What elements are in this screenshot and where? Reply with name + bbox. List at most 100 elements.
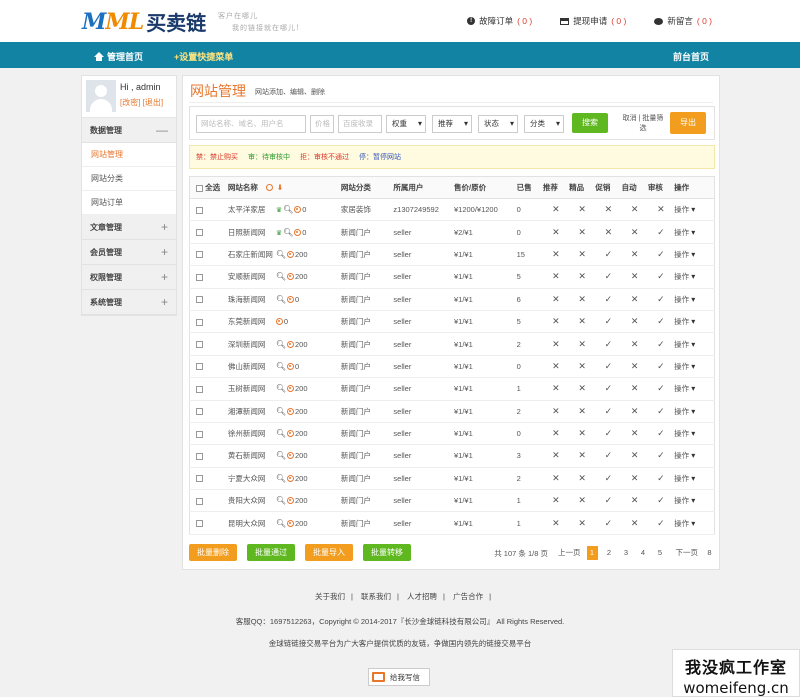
- cancel-batch-filter-link[interactable]: 取消 | 批量筛选: [620, 114, 666, 134]
- checkbox[interactable]: [196, 408, 203, 416]
- premium-cross-icon[interactable]: ✕: [569, 400, 596, 423]
- review-check-icon[interactable]: ✓: [647, 243, 675, 267]
- download-icon[interactable]: ⬇: [277, 183, 283, 192]
- weight-select[interactable]: 权重: [386, 115, 426, 133]
- checkbox[interactable]: [196, 251, 203, 259]
- site-name[interactable]: 宁夏大众网: [228, 473, 276, 484]
- auto-cross-icon[interactable]: ✕: [621, 377, 648, 401]
- checkbox[interactable]: [196, 385, 203, 393]
- search-icon[interactable]: 🔍︎: [276, 407, 286, 416]
- premium-cross-icon[interactable]: ✕: [569, 310, 596, 334]
- site-name[interactable]: 贵阳大众网: [228, 495, 276, 506]
- site-name[interactable]: 珠海新闻网: [228, 294, 276, 305]
- row-actions-dropdown[interactable]: 操作: [674, 467, 715, 491]
- search-icon[interactable]: 🔍︎: [276, 519, 286, 528]
- row-select[interactable]: [189, 511, 228, 535]
- page-5[interactable]: 5: [655, 546, 666, 560]
- recommend-cross-icon[interactable]: ✕: [542, 310, 570, 334]
- auto-cross-icon[interactable]: ✕: [621, 400, 648, 423]
- site-name[interactable]: 佛山新闻网: [228, 361, 276, 372]
- status-select[interactable]: 状态: [478, 115, 518, 133]
- auto-cross-icon[interactable]: ✕: [621, 288, 648, 311]
- top-link-fault-orders[interactable]: ! 故障订单 ( 0 ): [467, 15, 532, 27]
- premium-cross-icon[interactable]: ✕: [569, 511, 596, 535]
- recommend-cross-icon[interactable]: ✕: [542, 400, 570, 423]
- page-3[interactable]: 3: [621, 546, 632, 560]
- batch-approve-button[interactable]: 批量通过: [247, 544, 295, 561]
- auto-cross-icon[interactable]: ✕: [621, 467, 648, 491]
- search-icon[interactable]: 🔍︎: [276, 340, 286, 349]
- promo-check-icon[interactable]: ✓: [595, 355, 622, 379]
- sidebar-group-permissions[interactable]: 权限管理 +: [82, 265, 176, 290]
- promo-check-icon[interactable]: ✓: [595, 310, 622, 334]
- site-name[interactable]: 石家庄新闻网: [228, 249, 276, 260]
- row-select[interactable]: [189, 310, 228, 334]
- review-check-icon[interactable]: ✓: [647, 489, 675, 513]
- promo-cross-icon[interactable]: ✕: [595, 220, 622, 244]
- checkbox[interactable]: [196, 206, 203, 214]
- row-actions-dropdown[interactable]: 操作: [674, 444, 715, 468]
- checkbox[interactable]: [196, 318, 203, 326]
- row-select[interactable]: [189, 198, 228, 222]
- recommend-cross-icon[interactable]: ✕: [542, 511, 570, 535]
- checkbox[interactable]: [196, 497, 203, 505]
- search-icon[interactable]: 🔍︎: [283, 228, 293, 237]
- search-icon[interactable]: 🔍︎: [276, 451, 286, 460]
- auto-cross-icon[interactable]: ✕: [621, 198, 648, 222]
- recommend-select[interactable]: 推荐: [432, 115, 472, 133]
- sidebar-item-site-orders[interactable]: 网站订单: [82, 191, 176, 215]
- review-cross-icon[interactable]: ✕: [647, 198, 675, 222]
- premium-cross-icon[interactable]: ✕: [569, 355, 596, 379]
- site-name[interactable]: 安顺新闻网: [228, 271, 276, 282]
- promo-check-icon[interactable]: ✓: [595, 467, 622, 491]
- row-select[interactable]: [189, 265, 228, 289]
- last-page-button[interactable]: 8: [704, 546, 715, 560]
- sidebar-group-data[interactable]: 数据管理 —: [82, 118, 176, 143]
- search-icon[interactable]: 🔍︎: [276, 250, 286, 259]
- row-select[interactable]: [189, 332, 228, 356]
- top-link-withdraw[interactable]: 提现申请 ( 0 ): [560, 15, 626, 27]
- promo-check-icon[interactable]: ✓: [595, 265, 622, 289]
- sidebar-group-system[interactable]: 系统管理 +: [82, 290, 176, 315]
- row-actions-dropdown[interactable]: 操作: [674, 220, 715, 244]
- review-check-icon[interactable]: ✓: [647, 332, 675, 356]
- batch-import-button[interactable]: 批量导入: [305, 544, 353, 561]
- page-4[interactable]: 4: [638, 546, 649, 560]
- sort-icon[interactable]: [265, 184, 273, 191]
- recommend-cross-icon[interactable]: ✕: [542, 220, 570, 244]
- recommend-cross-icon[interactable]: ✕: [542, 489, 570, 513]
- recommend-cross-icon[interactable]: ✕: [542, 265, 570, 289]
- site-name[interactable]: 黄石新闻网: [228, 450, 276, 461]
- promo-check-icon[interactable]: ✓: [595, 489, 622, 513]
- review-check-icon[interactable]: ✓: [647, 400, 675, 423]
- write-to-us-button[interactable]: 给我写信: [368, 668, 430, 686]
- review-check-icon[interactable]: ✓: [647, 377, 675, 401]
- premium-cross-icon[interactable]: ✕: [569, 422, 596, 446]
- promo-check-icon[interactable]: ✓: [595, 377, 622, 401]
- row-actions-dropdown[interactable]: 操作: [674, 310, 715, 334]
- review-check-icon[interactable]: ✓: [647, 355, 675, 379]
- search-icon[interactable]: 🔍︎: [276, 362, 286, 371]
- sidebar-item-site-categories[interactable]: 网站分类: [82, 167, 176, 191]
- logo[interactable]: MML 买卖链: [82, 7, 206, 36]
- sidebar-item-sites[interactable]: 网站管理: [82, 143, 176, 167]
- checkbox[interactable]: [196, 520, 203, 528]
- row-actions-dropdown[interactable]: 操作: [674, 400, 715, 423]
- row-actions-dropdown[interactable]: 操作: [674, 332, 715, 356]
- row-select[interactable]: [189, 377, 228, 401]
- premium-cross-icon[interactable]: ✕: [569, 265, 596, 289]
- search-icon[interactable]: 🔍︎: [276, 496, 286, 505]
- site-name[interactable]: 太平洋家居: [228, 204, 276, 215]
- next-page-button[interactable]: 下一页: [676, 546, 699, 560]
- auto-cross-icon[interactable]: ✕: [621, 220, 648, 244]
- category-select[interactable]: 分类: [524, 115, 564, 133]
- auto-cross-icon[interactable]: ✕: [621, 310, 648, 334]
- row-actions-dropdown[interactable]: 操作: [674, 265, 715, 289]
- nav-front-home-link[interactable]: 前台首页: [673, 50, 709, 63]
- checkbox[interactable]: [196, 296, 203, 304]
- premium-cross-icon[interactable]: ✕: [569, 489, 596, 513]
- row-actions-dropdown[interactable]: 操作: [674, 377, 715, 401]
- row-actions-dropdown[interactable]: 操作: [674, 422, 715, 446]
- checkbox[interactable]: [196, 341, 203, 349]
- site-name[interactable]: 昆明大众网: [228, 518, 276, 529]
